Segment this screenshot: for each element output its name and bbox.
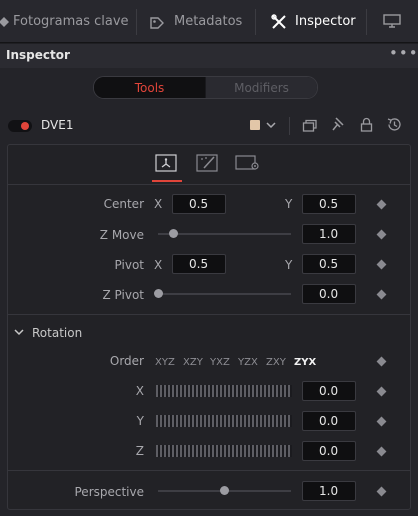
center-x-field[interactable]: 0.5 [172,194,226,214]
rotation-z-field[interactable]: 0.0 [302,441,356,461]
center-label: Center [103,197,144,211]
header-divider [289,117,290,135]
center-y-field[interactable]: 0.5 [302,194,356,214]
tab-divider [136,9,137,35]
tab-metadatos-label: Metadatos [174,14,243,29]
inspector-header: Inspector ••• [0,44,418,68]
center-y-axis-label: Y [285,197,293,211]
node-color-swatch[interactable] [250,120,260,130]
keyframe-diamond-icon [0,16,9,27]
metadata-tag-icon [150,16,164,29]
order-option-xyz[interactable]: XYZ [155,357,175,368]
pivot-x-axis-label: X [154,258,163,272]
tab-fotogramas-label: Fotogramas clave [13,14,129,29]
panel-tab-bar: Fotogramas clave Metadatos Inspector [0,0,418,43]
rotation-z-thumbwheel[interactable] [156,445,292,457]
section-divider [8,184,410,185]
rotation-y-label: Y [136,414,144,428]
zpivot-slider-handle[interactable] [153,289,163,298]
rotation-x-thumbwheel[interactable] [156,385,292,397]
pivot-x-field[interactable]: 0.5 [172,254,226,274]
reset-icon[interactable] [386,117,402,132]
pivot-label: Pivot [114,258,144,272]
order-option-xzy[interactable]: XZY [183,357,203,368]
rotation-y-field[interactable]: 0.0 [302,411,356,431]
section-divider [8,470,410,471]
center-x-axis-label: X [154,197,163,211]
segment-modifiers[interactable]: Modifiers [206,77,317,98]
tab-inspector[interactable]: Inspector [271,0,356,43]
node-enable-toggle[interactable] [8,120,32,132]
settings-panel-icon[interactable] [235,154,261,172]
pin-icon[interactable] [331,117,345,132]
zpivot-field[interactable]: 0.0 [302,284,356,304]
order-option-yxz[interactable]: YXZ [210,357,230,368]
active-subtab-underline [152,180,182,182]
zmove-field[interactable]: 1.0 [302,224,356,244]
tab-fotogramas-clave[interactable]: Fotogramas clave [0,0,129,43]
tab-inspector-label: Inspector [295,14,356,29]
rotation-z-label: Z [135,444,144,458]
rotation-x-label: X [135,384,144,398]
chevron-down-icon[interactable] [14,328,24,336]
rotation-x-field[interactable]: 0.0 [302,381,356,401]
more-options-icon[interactable]: ••• [389,44,418,62]
zpivot-label: Z Pivot [102,288,145,302]
rotation-y-thumbwheel[interactable] [156,415,292,427]
order-option-zxy[interactable]: ZXY [266,357,286,368]
perspective-label: Perspective [74,485,145,499]
order-option-yzx[interactable]: YZX [238,357,258,368]
perspective-field[interactable]: 1.0 [302,481,356,501]
zmove-label: Z Move [99,228,144,242]
perspective-slider-handle[interactable] [220,486,229,495]
tab-divider [366,9,367,35]
pivot-y-axis-label: Y [285,258,293,272]
section-divider [8,314,410,315]
node-name: DVE1 [41,118,74,132]
rotation-group-header[interactable]: Rotation [32,326,82,340]
inspector-title: Inspector [6,48,70,62]
zpivot-slider-track[interactable] [158,293,291,295]
transform-controls-icon[interactable] [155,154,177,172]
tab-divider [255,9,256,35]
versions-icon[interactable] [302,119,318,132]
toggle-indicator [21,122,29,130]
segment-tools[interactable]: Tools [94,77,205,98]
order-label: Order [109,354,144,368]
pivot-y-field[interactable]: 0.5 [302,254,356,274]
inspector-tools-icon [271,13,286,29]
display-monitor-icon[interactable] [382,14,402,30]
order-option-zyx[interactable]: ZYX [294,357,316,368]
tab-metadatos[interactable]: Metadatos [149,0,242,43]
lock-icon[interactable] [360,117,373,132]
chevron-down-icon[interactable] [266,121,276,129]
effects-brush-icon[interactable] [196,154,220,172]
